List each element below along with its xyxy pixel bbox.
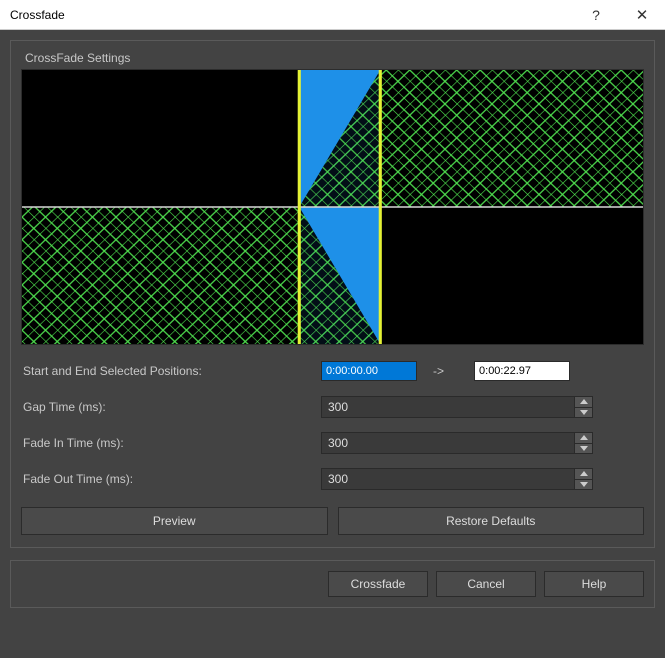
gap-time-up-icon[interactable] (575, 397, 592, 408)
start-position-field[interactable]: 0:00:00.00 (321, 361, 417, 381)
gap-time-input[interactable]: 300 (321, 396, 575, 418)
dialog-body: CrossFade Settings (0, 30, 665, 658)
end-position-field[interactable]: 0:00:22.97 (474, 361, 570, 381)
fade-out-input[interactable]: 300 (321, 468, 575, 490)
fade-in-spinner: 300 (321, 432, 593, 454)
cancel-button[interactable]: Cancel (436, 571, 536, 597)
gap-time-label: Gap Time (ms): (21, 400, 321, 414)
close-icon[interactable]: ✕ (619, 0, 665, 30)
fade-out-label: Fade Out Time (ms): (21, 472, 321, 486)
fade-in-input[interactable]: 300 (321, 432, 575, 454)
fieldset-legend: CrossFade Settings (21, 51, 134, 65)
crossfade-visualization (21, 69, 644, 345)
fade-in-row: Fade In Time (ms): 300 (21, 429, 644, 457)
crossfade-button[interactable]: Crossfade (328, 571, 428, 597)
help-icon[interactable]: ? (573, 0, 619, 30)
titlebar: Crossfade ? ✕ (0, 0, 665, 30)
fade-out-row: Fade Out Time (ms): 300 (21, 465, 644, 493)
fade-out-up-icon[interactable] (575, 469, 592, 480)
gap-time-row: Gap Time (ms): 300 (21, 393, 644, 421)
fade-out-down-icon[interactable] (575, 480, 592, 490)
arrow-separator: -> (417, 364, 474, 378)
gap-time-spinner: 300 (321, 396, 593, 418)
positions-row: Start and End Selected Positions: 0:00:0… (21, 357, 644, 385)
fade-in-label: Fade In Time (ms): (21, 436, 321, 450)
bottom-button-bar: Crossfade Cancel Help (10, 560, 655, 608)
action-row: Preview Restore Defaults (21, 507, 644, 535)
fade-in-up-icon[interactable] (575, 433, 592, 444)
gap-time-down-icon[interactable] (575, 408, 592, 418)
help-button[interactable]: Help (544, 571, 644, 597)
preview-button[interactable]: Preview (21, 507, 328, 535)
fade-out-spinner: 300 (321, 468, 593, 490)
positions-label: Start and End Selected Positions: (21, 364, 321, 378)
window-title: Crossfade (10, 8, 573, 22)
crossfade-settings-group: CrossFade Settings (10, 40, 655, 548)
fade-in-down-icon[interactable] (575, 444, 592, 454)
restore-defaults-button[interactable]: Restore Defaults (338, 507, 645, 535)
